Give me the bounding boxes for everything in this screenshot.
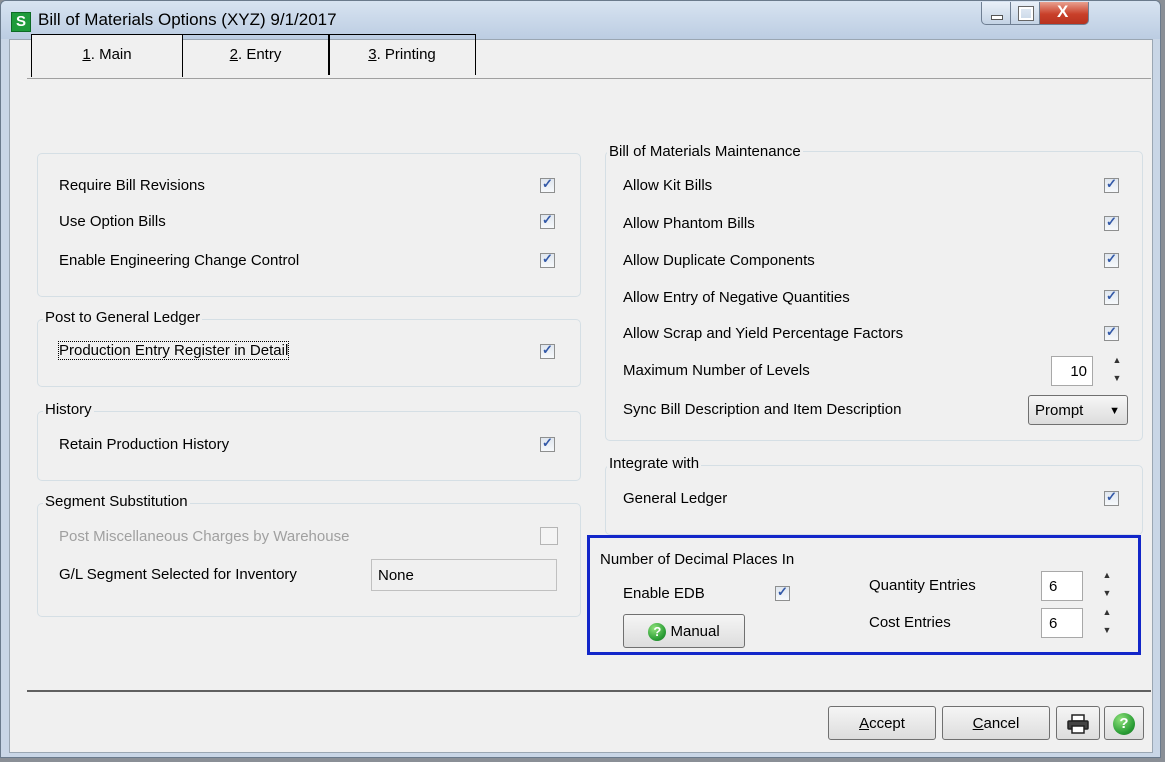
allow-duplicate-components-label: Allow Duplicate Components [623,252,815,269]
max-levels-input[interactable]: 10 [1051,356,1093,386]
footer-divider [27,690,1151,692]
history-title: History [43,401,94,418]
sync-description-select[interactable]: Prompt ▼ [1028,395,1128,425]
minimize-button[interactable] [981,2,1011,25]
integrate-title: Integrate with [607,455,702,472]
decimal-places-title: Number of Decimal Places In [600,551,795,568]
quantity-entries-input[interactable]: 6 [1041,571,1083,601]
print-button[interactable] [1056,706,1100,740]
accept-button-label: ccept [869,715,905,732]
tab-main-label: . Main [90,46,132,63]
printer-icon [1067,714,1089,734]
help-icon: ? [648,623,667,642]
minimize-icon [991,15,1003,20]
close-icon: X [1057,2,1069,21]
retain-production-history-label: Retain Production History [59,436,230,453]
allow-phantom-bills-checkbox[interactable] [1104,214,1119,231]
require-bill-revisions-label: Require Bill Revisions [59,177,205,194]
help-button[interactable]: ? [1104,706,1144,740]
dialog-window: S Bill of Materials Options (XYZ) 9/1/20… [0,0,1161,758]
quantity-entries-spinner[interactable]: ▲ ▼ [1101,571,1113,601]
app-icon: S [11,12,31,32]
post-gl-title: Post to General Ledger [43,309,203,326]
allow-duplicate-components-checkbox[interactable] [1104,251,1119,268]
engineering-change-control-checkbox[interactable] [540,251,555,268]
bom-maintenance-title: Bill of Materials Maintenance [607,143,803,160]
production-entry-register-checkbox[interactable] [540,342,555,359]
require-bill-revisions-checkbox[interactable] [540,176,555,193]
general-ledger-label: General Ledger [623,490,728,507]
tab-printing[interactable]: 3. Printing [328,34,476,75]
gl-segment-label: G/L Segment Selected for Inventory [59,566,297,583]
cancel-button[interactable]: Cancel [942,706,1050,740]
allow-kit-bills-checkbox[interactable] [1104,176,1119,193]
tab-entry[interactable]: 2. Entry [181,34,330,75]
sync-description-label: Sync Bill Description and Item Descripti… [623,401,902,418]
allow-negative-quantities-checkbox[interactable] [1104,288,1119,305]
cost-entries-spinner[interactable]: ▲ ▼ [1101,608,1113,638]
accept-button[interactable]: Accept [828,706,936,740]
max-levels-spinner[interactable]: ▲ ▼ [1111,356,1123,386]
cost-entries-input[interactable]: 6 [1041,608,1083,638]
allow-kit-bills-label: Allow Kit Bills [623,177,713,194]
post-misc-charges-label: Post Miscellaneous Charges by Warehouse [59,528,350,545]
maximize-button[interactable] [1010,2,1040,25]
tab-entry-label: . Entry [237,46,282,63]
production-entry-register-label: Production Entry Register in Detail [57,341,290,360]
allow-phantom-bills-label: Allow Phantom Bills [623,215,755,232]
allow-scrap-yield-checkbox[interactable] [1104,324,1119,341]
retain-production-history-checkbox[interactable] [540,435,555,452]
gl-segment-field[interactable]: None [371,559,557,591]
window-title: Bill of Materials Options (XYZ) 9/1/2017 [38,10,337,29]
general-ledger-checkbox[interactable] [1104,489,1119,506]
allow-negative-quantities-label: Allow Entry of Negative Quantities [623,289,850,306]
tab-panel-border [27,78,1151,79]
allow-scrap-yield-label: Allow Scrap and Yield Percentage Factors [623,325,904,342]
cost-entries-label: Cost Entries [869,614,951,631]
cancel-button-label: ancel [983,715,1020,732]
tab-main[interactable]: 1. Main [31,34,183,77]
post-misc-charges-checkbox[interactable] [540,527,558,545]
quantity-entries-label: Quantity Entries [869,577,976,594]
maximize-icon [1018,6,1034,21]
manual-button[interactable]: ? Manual [623,614,745,648]
use-option-bills-checkbox[interactable] [540,212,555,229]
sync-description-value: Prompt [1035,402,1084,419]
use-option-bills-label: Use Option Bills [59,213,166,230]
help-icon: ? [1113,713,1135,736]
manual-button-label: Manual [670,623,720,640]
enable-edb-label: Enable EDB [623,585,705,602]
close-button[interactable]: X [1039,2,1089,25]
engineering-change-control-label: Enable Engineering Change Control [59,252,300,269]
enable-edb-checkbox[interactable] [775,584,790,601]
segment-substitution-title: Segment Substitution [43,493,190,510]
max-levels-label: Maximum Number of Levels [623,362,810,379]
tab-printing-label: . Printing [376,46,436,63]
chevron-down-icon: ▼ [1109,405,1120,417]
